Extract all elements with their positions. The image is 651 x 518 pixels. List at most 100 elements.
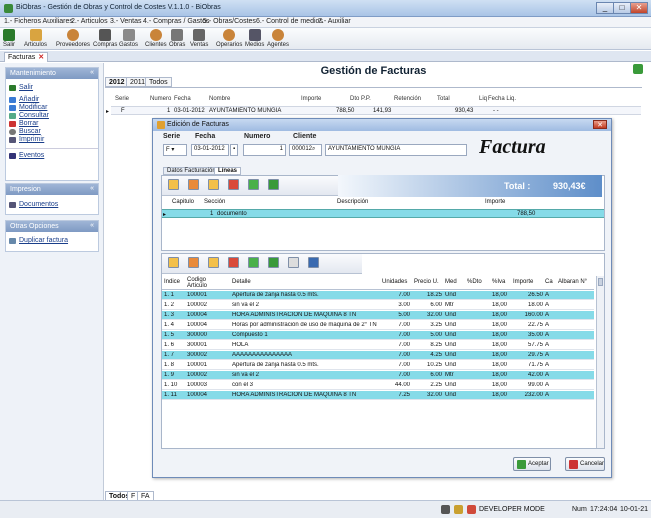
- panel-header[interactable]: Mantenimiento «: [6, 68, 98, 79]
- menu-ficheros[interactable]: 1.- Ficheros Auxiliares: [4, 18, 73, 25]
- line-detalle: Apertura de zanja hasta 0.5 mts.: [232, 362, 319, 368]
- line-med: Und: [445, 342, 457, 348]
- cancel-button[interactable]: Cancelar: [565, 457, 605, 471]
- sidebar-item-eventos[interactable]: Eventos: [6, 152, 98, 160]
- close-tab-icon[interactable]: ✕: [38, 54, 44, 61]
- line-row[interactable]: 1. 6 300001 HOLA 7.00 8.25 Und 18,00 57.75 A: [162, 341, 594, 350]
- line-iva: 18,00: [492, 332, 508, 338]
- toolbar-obras[interactable]: Obras: [169, 29, 185, 48]
- search-icon[interactable]: ⌕: [312, 146, 315, 152]
- line-row[interactable]: 1. 7 300002 AAAAAAAAAAAAAAA 7.00 4.25 Und 18,0…: [162, 351, 594, 360]
- menu-auxiliar[interactable]: 7.- Auxiliar: [318, 18, 351, 25]
- line-iva: 18,00: [492, 342, 508, 348]
- panel-header[interactable]: Impresion «: [6, 184, 98, 195]
- menu-compras[interactable]: 4.- Compras / Gastos: [143, 18, 210, 25]
- line-row[interactable]: 1. 1 100001 Apertura de zanja hasta 0.5 mt…: [162, 291, 594, 300]
- table-row[interactable]: ▸ F 1 03-01-2012 AYUNTAMIENTO MUNGIA 788…: [106, 106, 641, 115]
- line-row[interactable]: 1. 11 100004 HORA ADMINISTRACION DE MAQUIN…: [162, 391, 594, 400]
- shield-icon[interactable]: [633, 64, 643, 74]
- numero-field[interactable]: 1: [243, 144, 286, 156]
- line-codigo: 100003: [187, 382, 208, 388]
- move-up-icon[interactable]: [248, 179, 259, 190]
- new-icon[interactable]: [168, 179, 179, 190]
- page-title: Gestión de Facturas: [320, 65, 427, 77]
- move-up-icon[interactable]: [248, 257, 259, 268]
- edit-icon[interactable]: [188, 257, 199, 268]
- line-codigo: 300001: [187, 342, 208, 348]
- line-iva: 18,00: [492, 382, 508, 388]
- toolbar-ventas[interactable]: Ventas: [190, 29, 208, 48]
- menu-medios[interactable]: 6.- Control de medios: [256, 18, 323, 25]
- lines-scrollbar[interactable]: [596, 276, 604, 448]
- gear-icon[interactable]: [441, 505, 450, 514]
- toolbar-salir[interactable]: Salir: [3, 29, 15, 48]
- cliente-code-field[interactable]: 000012⌕: [289, 144, 322, 156]
- menu-articulos[interactable]: 2.- Articulos: [71, 18, 108, 25]
- line-row[interactable]: 1. 8 100001 Apertura de zanja hasta 0.5 mt…: [162, 361, 594, 370]
- scrollbar-thumb[interactable]: [598, 278, 603, 286]
- line-row[interactable]: 1. 5 300000 Compuesto 1 7.00 5.00 Und 18,00 35.…: [162, 331, 594, 340]
- line-row[interactable]: 1. 9 100002 sin va el 2 7.00 6.00 Mtr 18,00 42.…: [162, 371, 594, 380]
- sidebar-item-borrar[interactable]: Borrar: [6, 120, 98, 128]
- collapse-icon[interactable]: «: [90, 222, 94, 229]
- line-indice: 1. 8: [164, 362, 175, 368]
- tab-lineas[interactable]: Líneas: [214, 167, 242, 175]
- line-row[interactable]: 1. 3 100004 HORA ADMINISTRACION DE MAQUINA…: [162, 311, 594, 320]
- toolbar-medios[interactable]: Medios: [245, 29, 264, 48]
- move-down-icon[interactable]: [268, 257, 279, 268]
- toolbar-agentes[interactable]: Agentes: [267, 29, 289, 48]
- toolbar-clientes[interactable]: Clientes: [145, 29, 167, 48]
- copy-icon[interactable]: [288, 257, 299, 268]
- menu-obras[interactable]: 5.- Obras/Costes: [203, 18, 256, 25]
- line-row[interactable]: 1. 4 100004 Horas por administración de us…: [162, 321, 594, 330]
- collapse-icon[interactable]: «: [90, 69, 94, 76]
- toolbar-gastos[interactable]: Gastos: [119, 29, 138, 48]
- menu-ventas[interactable]: 3.- Ventas: [110, 18, 142, 25]
- wrench-icon[interactable]: [454, 505, 463, 514]
- sidebar-item-buscar[interactable]: Buscar: [6, 128, 98, 136]
- line-codigo: 100004: [187, 392, 208, 398]
- fecha-field[interactable]: 03-01-2012: [191, 144, 229, 156]
- sidebar-item-salir[interactable]: Salir: [6, 84, 98, 92]
- view-icon[interactable]: [208, 179, 219, 190]
- toolbar-proveedores[interactable]: Proveedores: [56, 29, 90, 48]
- line-importe: 160.00: [524, 312, 543, 318]
- sidebar-item-imprimir[interactable]: Imprimir: [6, 136, 98, 144]
- tab-datos-facturacion[interactable]: Datos Facturación: [163, 167, 220, 175]
- move-down-icon[interactable]: [268, 179, 279, 190]
- chapter-row[interactable]: ▸ 1 documento 788,50: [162, 209, 604, 218]
- sidebar-item-documentos[interactable]: Documentos: [6, 201, 98, 209]
- maximize-button[interactable]: □: [613, 2, 631, 14]
- delete-icon[interactable]: [228, 257, 239, 268]
- sidebar-item-anadir[interactable]: Añadir: [6, 96, 98, 104]
- line-row[interactable]: 1. 2 100002 sin va el 2 3.00 6.00 Mtr 18,00 18.…: [162, 301, 594, 310]
- sidebar-item-duplicar[interactable]: Duplicar factura: [6, 237, 98, 245]
- sidebar-item-modificar[interactable]: Modificar: [6, 104, 98, 112]
- tools-icon[interactable]: [467, 505, 476, 514]
- minimize-button[interactable]: _: [596, 2, 614, 14]
- line-row[interactable]: 1. 10 100003 con el 3 44.00 2.25 Und 18,00 99.0…: [162, 381, 594, 390]
- view-icon: [9, 113, 16, 119]
- calendar-icon[interactable]: ▪: [230, 144, 238, 156]
- accept-button[interactable]: Aceptar: [513, 457, 551, 471]
- panel-header[interactable]: Otras Opciones «: [6, 221, 98, 232]
- calculator-icon[interactable]: [308, 257, 319, 268]
- toolbar-articulos[interactable]: Articulos: [24, 29, 47, 48]
- machine-icon: [248, 29, 261, 41]
- line-precio: 32.00: [426, 392, 442, 398]
- delete-icon[interactable]: [228, 179, 239, 190]
- tab-facturas[interactable]: Facturas ✕: [4, 52, 49, 62]
- close-button[interactable]: ✕: [630, 2, 648, 14]
- toolbar-compras[interactable]: Compras: [93, 29, 117, 48]
- tab-todos[interactable]: Todos: [145, 77, 172, 87]
- toolbar-operarios[interactable]: Operarios: [216, 29, 242, 48]
- view-icon[interactable]: [208, 257, 219, 268]
- sidebar-item-consultar[interactable]: Consultar: [6, 112, 98, 120]
- serie-select[interactable]: F ▾: [163, 144, 187, 156]
- line-ca: A: [545, 302, 550, 308]
- collapse-icon[interactable]: «: [90, 185, 94, 192]
- print-icon: [9, 202, 16, 208]
- dialog-close-button[interactable]: ✕: [593, 120, 607, 129]
- new-icon[interactable]: [168, 257, 179, 268]
- edit-icon[interactable]: [188, 179, 199, 190]
